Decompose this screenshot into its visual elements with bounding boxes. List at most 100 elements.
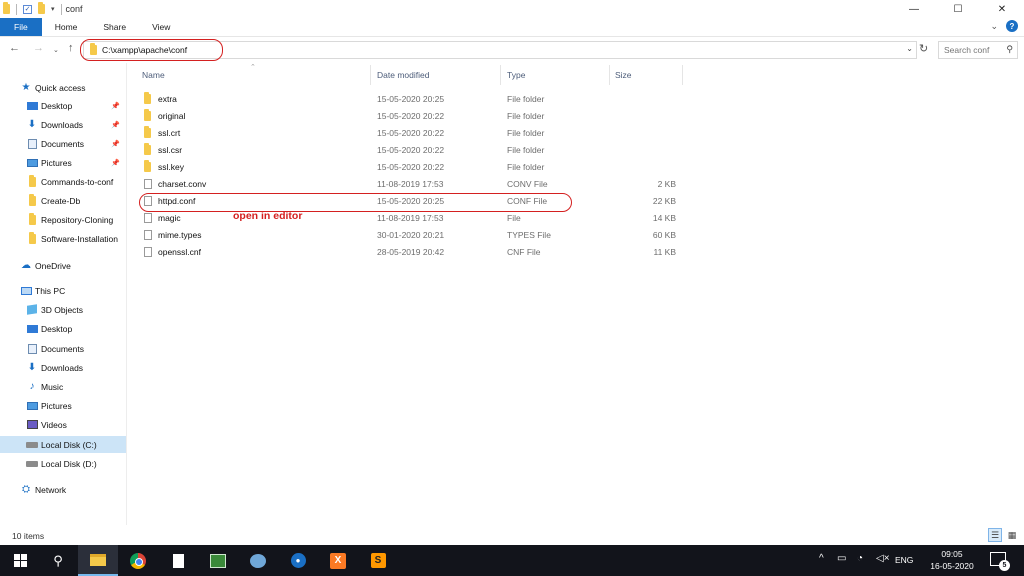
file-row-ssl-key[interactable]: ssl.key 15-05-2020 20:22 File folder	[140, 159, 680, 176]
column-name[interactable]: Name	[142, 70, 165, 80]
file-size: 14 KB	[652, 213, 676, 223]
search-box[interactable]: ⚲	[938, 41, 1018, 59]
taskbar-app[interactable]	[238, 545, 278, 576]
address-path[interactable]: C:\xampp\apache\conf	[102, 45, 187, 55]
column-size[interactable]: Size	[615, 70, 632, 80]
close-button[interactable]: ✕	[980, 0, 1024, 18]
video-icon	[26, 420, 38, 429]
file-row-openssl-cnf[interactable]: openssl.cnf 28-05-2019 20:42 CNF File 11…	[140, 244, 680, 261]
customize-toolbar-icon[interactable]: ▾	[51, 5, 55, 13]
column-divider[interactable]	[500, 65, 501, 85]
nav-item-desktop[interactable]: Desktop 📌	[0, 97, 126, 114]
clock[interactable]: 09:05 16-05-2020	[929, 548, 975, 572]
chrome-icon	[130, 552, 146, 569]
ribbon-tabs: File Home Share View ⌄ ?	[0, 18, 1024, 37]
pin-icon[interactable]: 📌	[111, 102, 120, 110]
pin-icon[interactable]: 📌	[111, 140, 120, 148]
file-row-charset-conv[interactable]: charset.conv 11-08-2019 17:53 CONV File …	[140, 176, 680, 193]
file-name: charset.conv	[158, 179, 207, 189]
taskbar-xampp[interactable]: X	[318, 545, 358, 576]
show-hidden-icons-icon[interactable]: ^	[819, 553, 824, 564]
file-icon	[144, 230, 152, 240]
large-icons-view-icon[interactable]: ▦	[1005, 528, 1019, 542]
column-type[interactable]: Type	[507, 70, 525, 80]
quick-access-toolbar: ✓ ▾	[0, 0, 62, 18]
nav-network[interactable]: ⛭ Network	[0, 481, 126, 498]
file-name: ssl.crt	[158, 128, 181, 138]
recent-locations-icon[interactable]: ⌄	[53, 46, 59, 54]
start-button[interactable]	[0, 545, 40, 576]
nav-onedrive[interactable]: ☁ OneDrive	[0, 257, 126, 274]
pin-icon[interactable]: 📌	[111, 159, 120, 167]
file-row-httpd-conf[interactable]: httpd.conf 15-05-2020 20:25 CONF File 22…	[140, 193, 680, 210]
help-icon[interactable]: ?	[1006, 20, 1018, 32]
nav-item-commands-to-conf[interactable]: Commands-to-conf	[0, 173, 126, 190]
speaker-muted-icon[interactable]: ◁×	[876, 553, 890, 564]
minimize-button[interactable]: —	[892, 0, 936, 18]
title-bar: ✓ ▾ conf — ☐ ✕	[0, 0, 1024, 18]
folder-icon	[28, 174, 36, 187]
taskbar-chrome[interactable]	[118, 545, 158, 576]
column-divider[interactable]	[370, 65, 371, 85]
nav-item-music[interactable]: ♪ Music	[0, 378, 126, 395]
file-row-ssl-csr[interactable]: ssl.csr 15-05-2020 20:22 File folder	[140, 142, 680, 159]
taskbar-sublime[interactable]: S	[358, 545, 398, 576]
file-row-mime-types[interactable]: mime.types 30-01-2020 20:21 TYPES File 6…	[140, 227, 680, 244]
taskbar-search-button[interactable]: ⚲	[38, 545, 78, 576]
nav-item-pc-desktop[interactable]: Desktop	[0, 320, 126, 337]
back-arrow-icon[interactable]: ←	[9, 42, 20, 54]
nav-item-repository-cloning[interactable]: Repository-Cloning	[0, 211, 126, 228]
details-view-icon[interactable]: ☰	[988, 528, 1002, 542]
sublime-text-icon: S	[370, 553, 386, 568]
taskbar-notepad[interactable]	[158, 545, 198, 576]
forward-arrow-icon[interactable]: →	[33, 42, 44, 54]
nav-item-documents[interactable]: Documents 📌	[0, 135, 126, 152]
file-name: httpd.conf	[158, 196, 196, 206]
file-row-extra[interactable]: extra 15-05-2020 20:25 File folder	[140, 91, 680, 108]
nav-item-create-db[interactable]: Create-Db	[0, 192, 126, 209]
battery-icon[interactable]: ▭	[837, 553, 846, 564]
new-folder-icon[interactable]	[38, 2, 45, 14]
nav-item-pc-downloads[interactable]: ⬇ Downloads	[0, 359, 126, 376]
network-icon: ⛭	[22, 484, 30, 495]
column-date-modified[interactable]: Date modified	[377, 70, 429, 80]
nav-item-downloads[interactable]: ⬇ Downloads 📌	[0, 116, 126, 133]
tab-home[interactable]: Home	[42, 18, 91, 36]
nav-quick-access[interactable]: ★ Quick access	[0, 79, 126, 96]
file-row-original[interactable]: original 15-05-2020 20:22 File folder	[140, 108, 680, 125]
column-divider[interactable]	[682, 65, 683, 85]
search-icon[interactable]: ⚲	[1006, 44, 1013, 55]
nav-item-videos[interactable]: Videos	[0, 416, 126, 433]
taskbar-maps[interactable]: ●	[278, 545, 318, 576]
nav-item-software-installation[interactable]: Software-Installation	[0, 230, 126, 247]
expand-ribbon-icon[interactable]: ⌄	[990, 21, 998, 32]
taskbar-paint[interactable]	[198, 545, 238, 576]
wifi-icon[interactable]: ◔	[857, 553, 863, 564]
address-bar[interactable]: C:\xampp\apache\conf ⌄	[83, 41, 917, 59]
file-row-ssl-crt[interactable]: ssl.crt 15-05-2020 20:22 File folder	[140, 125, 680, 142]
taskbar-file-explorer[interactable]	[78, 545, 118, 576]
file-type: File	[507, 213, 521, 223]
column-divider[interactable]	[609, 65, 610, 85]
nav-item-pc-documents[interactable]: Documents	[0, 340, 126, 357]
language-indicator[interactable]: ENG	[895, 555, 913, 565]
tab-file[interactable]: File	[0, 18, 42, 36]
nav-item-3d-objects[interactable]: 3D Objects	[0, 301, 126, 318]
tab-view[interactable]: View	[139, 18, 183, 36]
nav-item-local-disk-d[interactable]: Local Disk (D:)	[0, 455, 126, 472]
tab-share[interactable]: Share	[90, 18, 139, 36]
nav-this-pc[interactable]: This PC	[0, 282, 126, 299]
nav-item-pc-pictures[interactable]: Pictures	[0, 397, 126, 414]
refresh-icon[interactable]: ↻	[919, 42, 928, 55]
properties-icon[interactable]: ✓	[23, 4, 32, 14]
chevron-down-icon[interactable]: ⌄	[906, 44, 913, 53]
nav-item-pictures[interactable]: Pictures 📌	[0, 154, 126, 171]
document-icon	[27, 343, 37, 354]
nav-item-local-disk-c[interactable]: Local Disk (C:)	[0, 436, 126, 453]
search-input[interactable]	[944, 45, 1002, 55]
maximize-button[interactable]: ☐	[936, 0, 980, 18]
file-row-magic[interactable]: magic 11-08-2019 17:53 File 14 KB	[140, 210, 680, 227]
up-arrow-icon[interactable]: ↑	[68, 42, 74, 54]
file-icon	[144, 179, 152, 189]
pin-icon[interactable]: 📌	[111, 121, 120, 129]
